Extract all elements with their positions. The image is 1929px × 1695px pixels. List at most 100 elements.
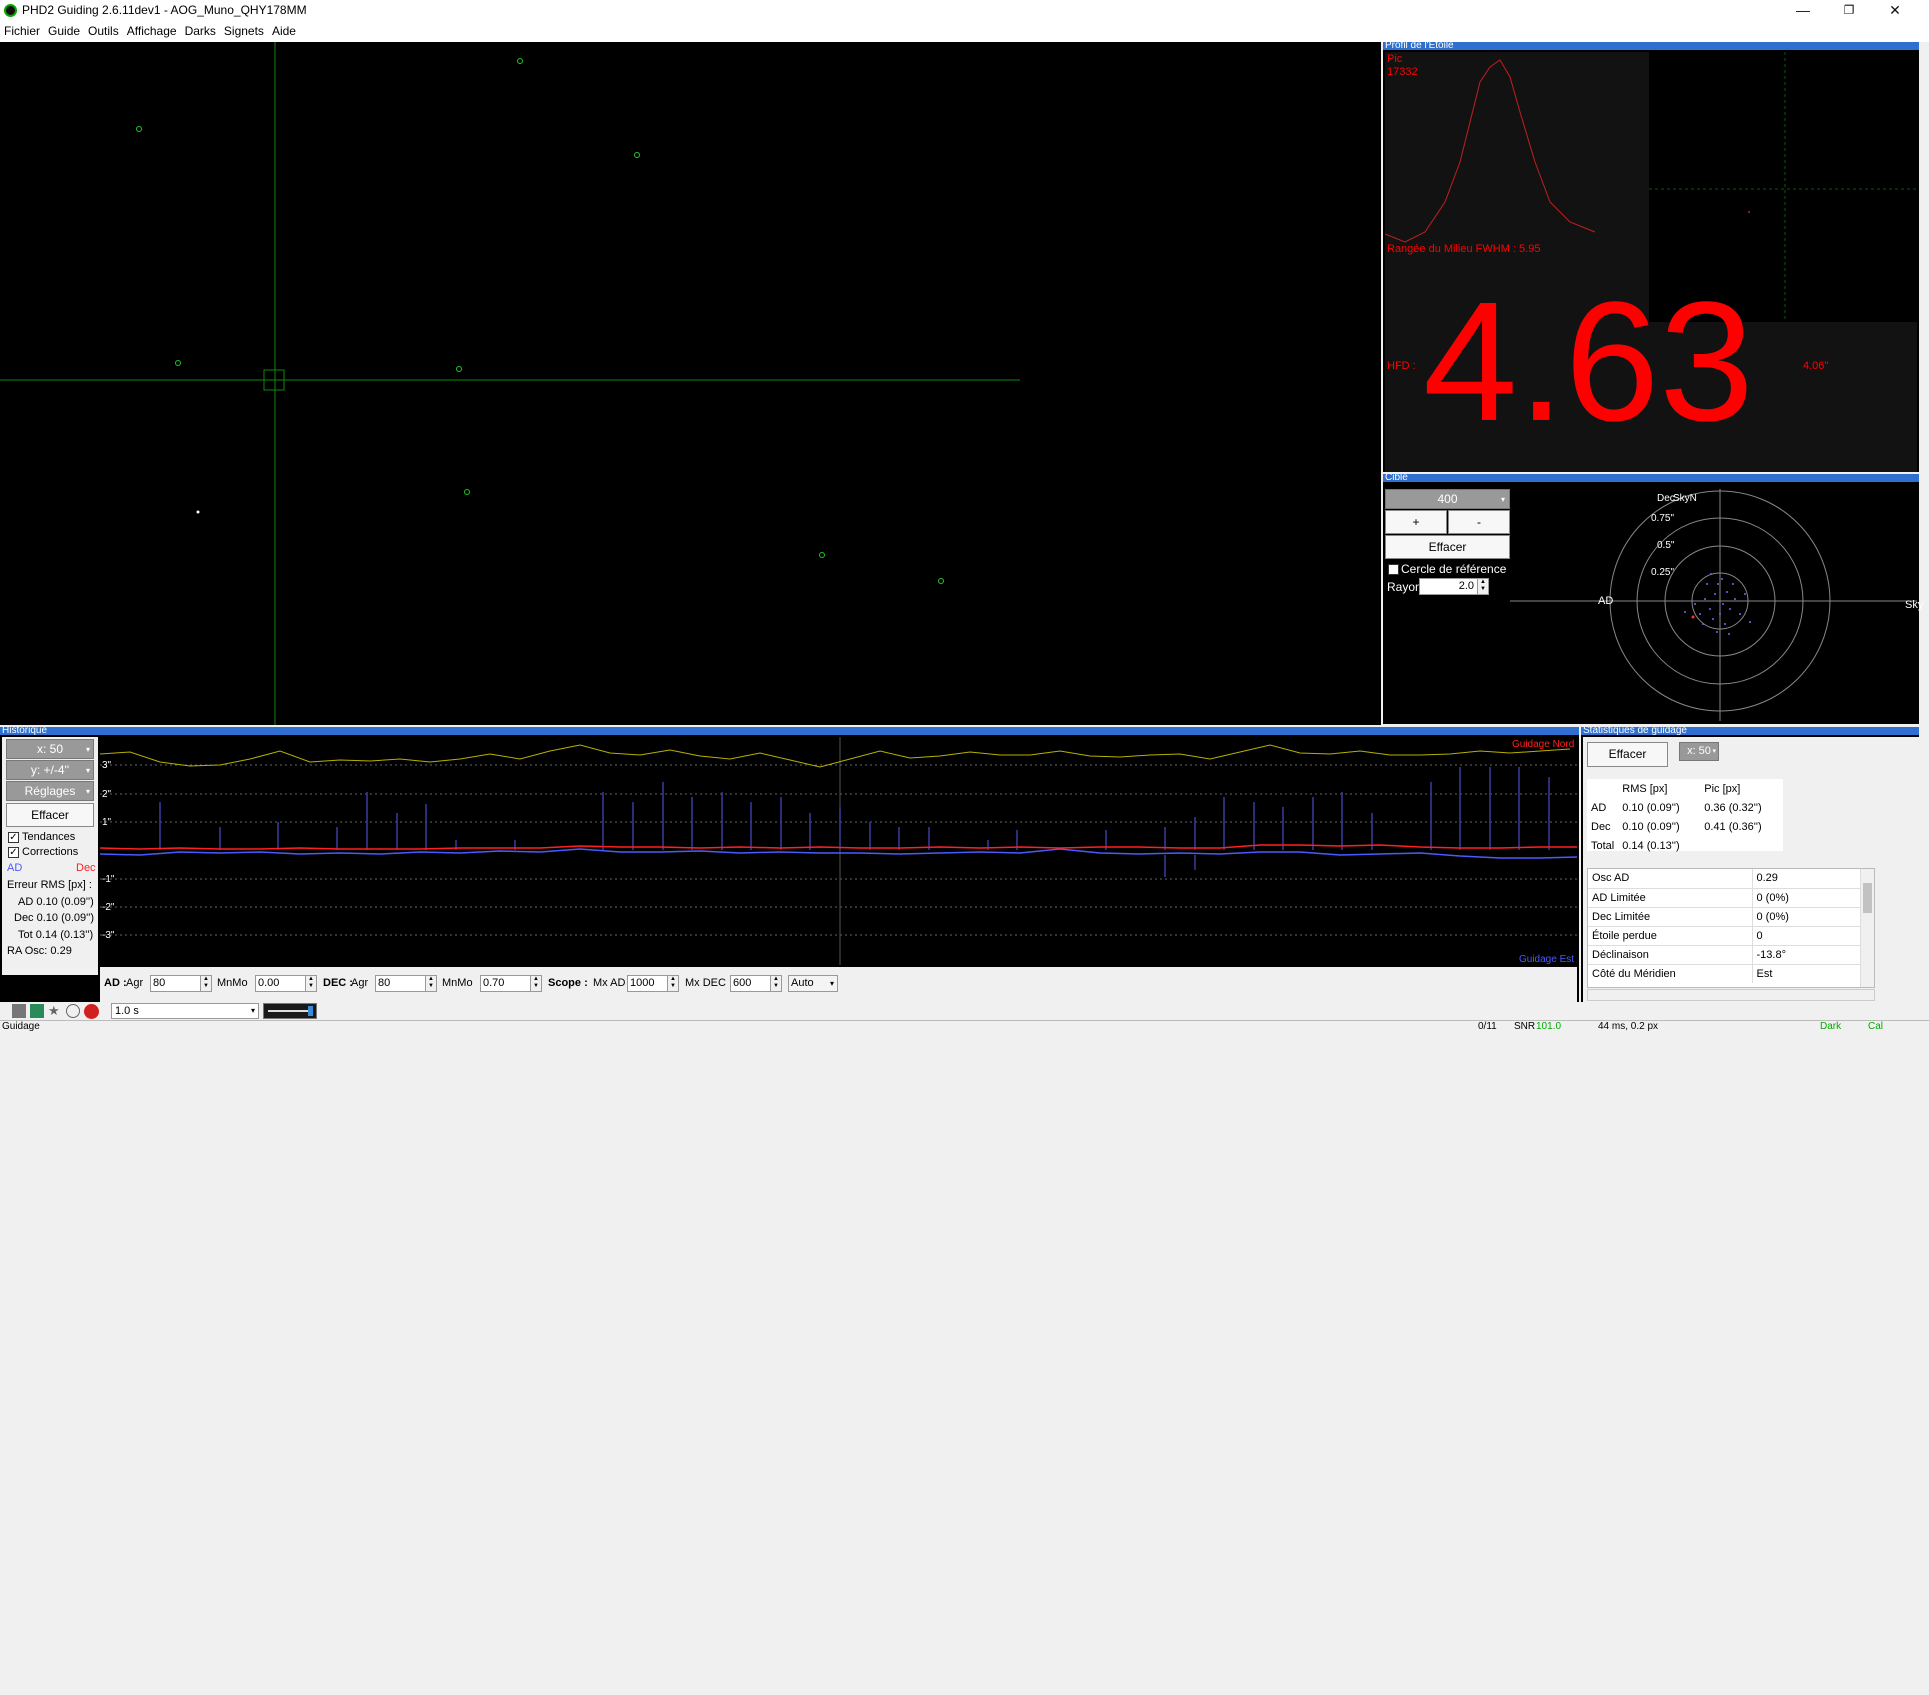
- menu-affichage[interactable]: Affichage: [123, 21, 181, 42]
- dec-agr-value: 80: [378, 977, 391, 989]
- stats-clear-button[interactable]: Effacer: [1587, 742, 1668, 767]
- peak-value: 17332: [1387, 66, 1418, 78]
- stats-row-label: AD: [1591, 801, 1607, 814]
- status-snr-value: 101.0: [1536, 1021, 1562, 1032]
- candidate-star: [456, 366, 462, 372]
- menu-outils[interactable]: Outils: [84, 21, 123, 42]
- spinner-arrows-icon[interactable]: ▲ ▼: [425, 976, 436, 991]
- chevron-down-icon: ▾: [85, 745, 90, 754]
- history-x-scale-select[interactable]: x: 50 ▾: [6, 739, 94, 759]
- y-label-m3: -3": [102, 930, 115, 941]
- info-label: Déclinaison: [1588, 945, 1752, 965]
- candidate-stars: [136, 58, 944, 584]
- target-area: 400 ▾ + - Effacer Cercle de référence Ray…: [1385, 484, 1923, 724]
- dec-mnmo-spinner[interactable]: 0.70 ▲ ▼: [480, 975, 542, 992]
- stats-panel-title: Statistiques de guidage: [1581, 727, 1919, 735]
- trends-checkbox[interactable]: ✓: [8, 832, 19, 843]
- candidate-star: [136, 126, 142, 132]
- loop-icon[interactable]: [12, 1004, 26, 1018]
- star-icon[interactable]: ★: [48, 1004, 62, 1018]
- y-label-1: 1": [102, 817, 112, 828]
- guide-stats-panel: Statistiques de guidage Effacer x: 50 ▾ R…: [1581, 727, 1919, 1002]
- mx-dec-value: 600: [733, 977, 752, 989]
- restore-button[interactable]: ❐: [1826, 0, 1872, 21]
- ad-mnmo-spinner[interactable]: 0.00 ▲ ▼: [255, 975, 317, 992]
- spinner-arrows-icon[interactable]: ▲ ▼: [530, 976, 541, 991]
- status-frames: 0/11: [1478, 1021, 1497, 1032]
- crosshair-icon[interactable]: [66, 1004, 80, 1018]
- ad-label: AD :: [104, 977, 127, 989]
- title-bar: PHD2 Guiding 2.6.11dev1 - AOG_Muno_QHY17…: [0, 0, 1929, 21]
- history-settings-button[interactable]: Réglages ▾: [6, 781, 94, 801]
- stats-cell: 0.41 (0.36''): [1704, 820, 1762, 833]
- stats-x-scale-select[interactable]: x: 50 ▾: [1679, 742, 1719, 761]
- target-panel-title: Cible: [1383, 474, 1919, 482]
- snr-line: [99, 744, 1571, 768]
- history-y-scale-select[interactable]: y: +/-4'' ▾: [6, 760, 94, 780]
- spinner-arrows-icon[interactable]: ▲ ▼: [667, 976, 678, 991]
- history-y-scale-value: y: +/-4'': [30, 763, 70, 777]
- stats-info-list[interactable]: Osc AD 0.29 AD Limitée 0 (0%) Dec Limitée 0…: [1587, 868, 1875, 988]
- menu-signets[interactable]: Signets: [220, 21, 268, 42]
- menu-aide[interactable]: Aide: [268, 21, 300, 42]
- gamma-slider[interactable]: [263, 1003, 317, 1019]
- info-label: Côté du Méridien: [1592, 967, 1676, 980]
- info-label: Dec Limitée: [1588, 907, 1752, 927]
- history-graph-area: 3" 2" 1" -1" -2" -3" Guidage Nord Guidag…: [99, 737, 1578, 965]
- history-clear-button[interactable]: Effacer: [6, 803, 94, 827]
- chevron-down-icon: ▾: [1712, 748, 1716, 755]
- scope-label: Scope :: [548, 977, 588, 989]
- y-label-2: 2": [102, 789, 112, 800]
- dec-agr-spinner[interactable]: 80 ▲ ▼: [375, 975, 437, 992]
- ad-agr-value: 80: [153, 977, 166, 989]
- menu-darks[interactable]: Darks: [181, 21, 220, 42]
- history-controls: x: 50 ▾ y: +/-4'' ▾ Réglages ▾ Effacer ✓ Te…: [2, 737, 98, 1695]
- info-value: 0.29: [1751, 869, 1860, 889]
- axis-ad-label: AD: [1598, 595, 1614, 607]
- guide-icon[interactable]: [30, 1004, 44, 1018]
- history-panel-title: Historique: [0, 727, 1579, 735]
- stop-icon[interactable]: [84, 1004, 99, 1019]
- info-scrollbar[interactable]: [1860, 869, 1874, 987]
- ring-label-025: 0.25": [1651, 567, 1675, 578]
- corrections-checkbox[interactable]: ✓: [8, 847, 19, 858]
- exposure-select[interactable]: 1.0 s ▾: [111, 1003, 259, 1019]
- status-bar: Guidage 0/11 SNR 101.0 44 ms, 0.2 px Dar…: [0, 1020, 1929, 1032]
- menu-fichier[interactable]: Fichier: [0, 21, 44, 42]
- spinner-arrows-icon[interactable]: ▲ ▼: [770, 976, 781, 991]
- minimize-button[interactable]: —: [1780, 0, 1826, 21]
- mx-dec-spinner[interactable]: 600 ▲ ▼: [730, 975, 782, 992]
- phd2-app-icon: [4, 4, 17, 17]
- spinner-arrows-icon[interactable]: ▲ ▼: [200, 976, 211, 991]
- history-panel: Historique x: 50 ▾ y: +/-4'' ▾ Réglages ▾ E…: [0, 727, 1579, 1002]
- mx-ad-spinner[interactable]: 1000 ▲ ▼: [627, 975, 679, 992]
- candidate-star: [464, 489, 470, 495]
- camera-image[interactable]: [0, 42, 1381, 725]
- dec-line: [99, 844, 1577, 850]
- candidate-star: [819, 552, 825, 558]
- ad-mnmo-value: 0.00: [258, 977, 280, 989]
- camera-view[interactable]: [0, 42, 1381, 725]
- chevron-down-icon: ▾: [250, 1006, 255, 1015]
- history-graph: [99, 737, 1578, 965]
- info-value: -13.8°: [1751, 945, 1860, 965]
- dec-label: DEC :: [323, 977, 353, 989]
- status-snr-label: SNR: [1514, 1021, 1536, 1032]
- menu-guide[interactable]: Guide: [44, 21, 84, 42]
- info-h-scrollbar[interactable]: [1587, 989, 1875, 1001]
- info-value: 0 (0%): [1751, 907, 1860, 927]
- candidate-star: [517, 58, 523, 64]
- mx-ad-value: 1000: [630, 977, 655, 989]
- spinner-arrows-icon[interactable]: ▲ ▼: [305, 976, 316, 991]
- stats-cell: 0.36 (0.32''): [1704, 801, 1762, 814]
- axis-skyn-label: SkyN: [1673, 493, 1697, 504]
- hfd-arcsec: 4.06": [1803, 360, 1829, 372]
- bottom-toolbar: ★ 1.0 s ▾: [0, 1002, 1929, 1020]
- mx-ad-label: Mx AD: [593, 977, 626, 989]
- mode-select[interactable]: Auto ▾: [788, 975, 838, 992]
- close-button[interactable]: ✕: [1872, 0, 1918, 21]
- y-label-m2: -2": [102, 902, 115, 913]
- ad-agr-spinner[interactable]: 80 ▲ ▼: [150, 975, 212, 992]
- window-title: PHD2 Guiding 2.6.11dev1 - AOG_Muno_QHY17…: [22, 3, 307, 17]
- ad-agr-label: Agr: [126, 977, 144, 989]
